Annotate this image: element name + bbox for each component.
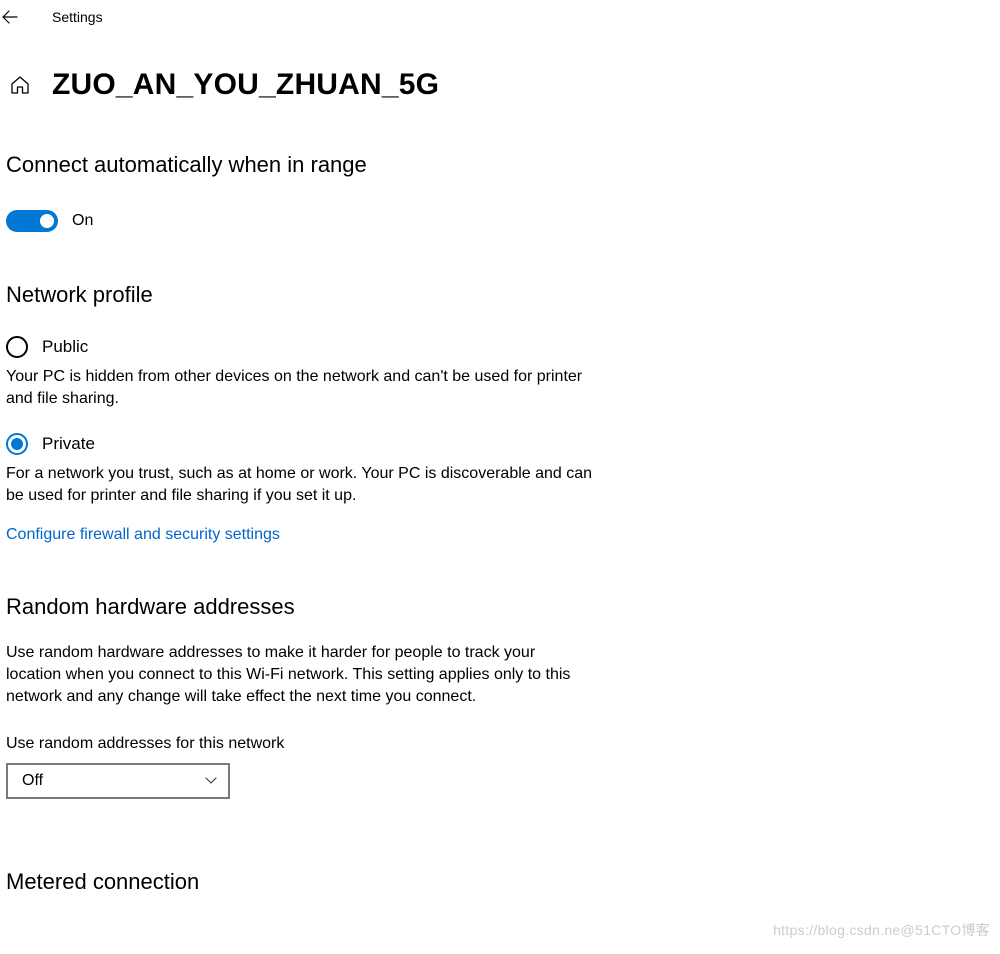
back-button[interactable] bbox=[0, 7, 20, 27]
random-hw-heading: Random hardware addresses bbox=[6, 594, 980, 620]
firewall-settings-link[interactable]: Configure firewall and security settings bbox=[6, 526, 280, 544]
radio-public-label: Public bbox=[42, 337, 88, 357]
radio-private[interactable] bbox=[6, 433, 28, 455]
toggle-knob bbox=[40, 214, 54, 228]
page-title: ZUO_AN_YOU_ZHUAN_5G bbox=[52, 68, 439, 102]
window-title: Settings bbox=[52, 9, 103, 25]
public-description: Your PC is hidden from other devices on … bbox=[6, 366, 596, 411]
random-hw-select[interactable]: Off bbox=[6, 763, 230, 799]
chevron-down-icon bbox=[204, 774, 218, 788]
home-icon bbox=[9, 74, 31, 96]
radio-private-label: Private bbox=[42, 434, 95, 454]
watermark-text: https://blog.csdn.ne@51CTO博客 bbox=[773, 920, 990, 940]
autoconnect-toggle[interactable] bbox=[6, 210, 58, 232]
autoconnect-state-label: On bbox=[72, 212, 93, 230]
home-button[interactable] bbox=[6, 71, 34, 99]
radio-public[interactable] bbox=[6, 336, 28, 358]
private-description: For a network you trust, such as at home… bbox=[6, 463, 596, 508]
autoconnect-heading: Connect automatically when in range bbox=[6, 152, 980, 178]
random-hw-description: Use random hardware addresses to make it… bbox=[6, 642, 586, 709]
network-profile-heading: Network profile bbox=[6, 282, 980, 308]
random-hw-select-value: Off bbox=[22, 772, 43, 790]
metered-heading: Metered connection bbox=[6, 869, 980, 895]
random-hw-field-label: Use random addresses for this network bbox=[6, 735, 980, 753]
back-arrow-icon bbox=[2, 10, 18, 24]
